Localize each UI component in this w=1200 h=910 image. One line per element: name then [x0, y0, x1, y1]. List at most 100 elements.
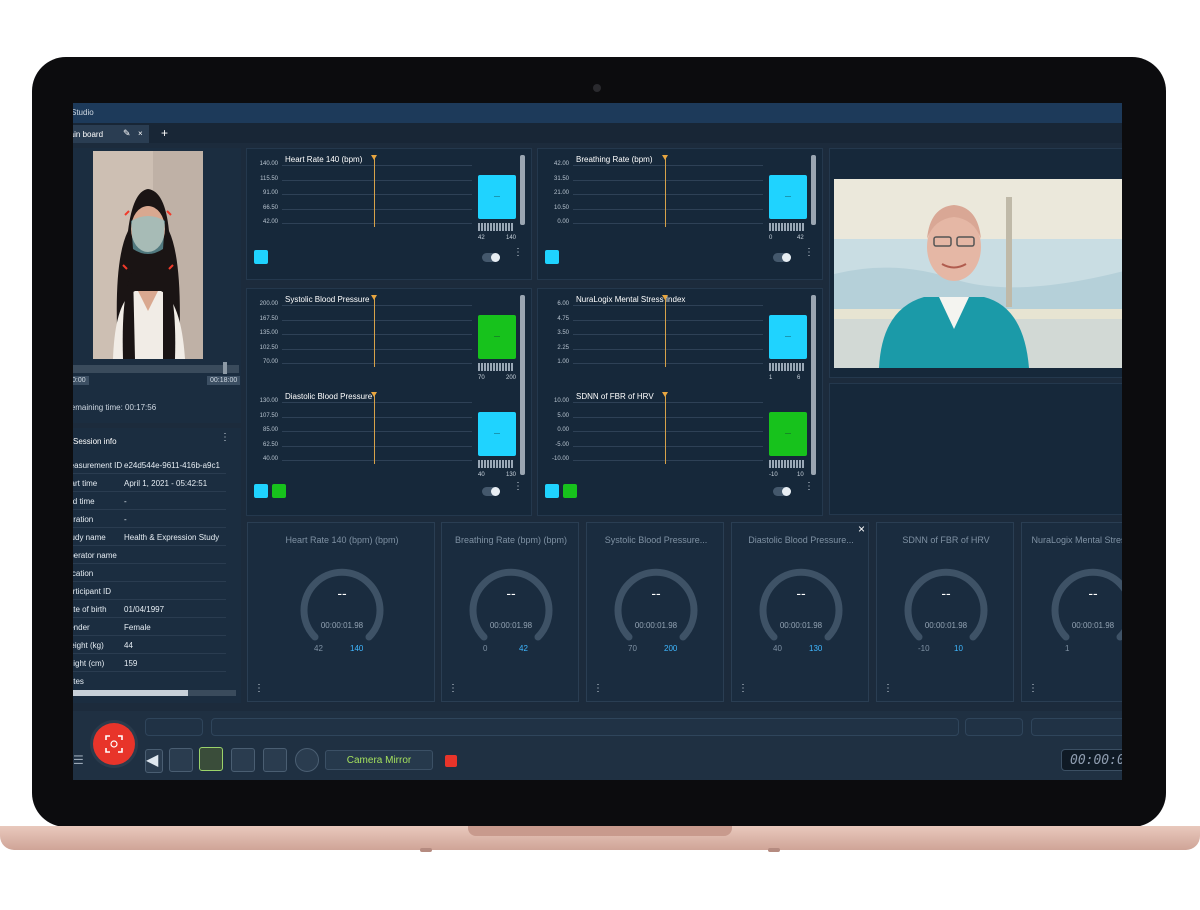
value-tile: --- [478, 412, 516, 456]
chart-scrollbar[interactable] [520, 295, 525, 475]
y-tick-label: 0.00 [557, 219, 569, 225]
close-gauges-icon[interactable]: × [858, 522, 865, 536]
laptop-foot [768, 848, 780, 852]
more-options-icon[interactable]: ⋮ [1028, 684, 1038, 694]
more-options-icon[interactable]: ⋮ [804, 482, 814, 492]
time-marker-head [371, 155, 377, 160]
grid-line [282, 194, 472, 195]
back-icon[interactable]: ◀ [145, 749, 163, 773]
session-info-key: Start time [73, 479, 98, 488]
session-info-key: Height (cm) [73, 659, 105, 668]
session-info-value: - [124, 497, 127, 506]
tab-bar: Main board ✎ × + [73, 123, 1122, 143]
video-scrub-handle[interactable] [223, 362, 227, 374]
more-options-icon[interactable]: ⋮ [254, 684, 264, 694]
more-options-icon[interactable]: ⋮ [738, 684, 748, 694]
gauge-time: 00:00:01.98 [779, 621, 823, 630]
chart-title: Systolic Blood Pressure [285, 295, 370, 304]
session-info-key: Gender [73, 623, 90, 632]
grid-line [573, 194, 763, 195]
close-icon[interactable]: × [138, 129, 143, 138]
series-color-swatch[interactable] [545, 484, 559, 498]
session-info-row: Duration - [73, 510, 226, 528]
series-toggle[interactable] [482, 253, 500, 262]
y-tick-label: 40.00 [262, 456, 278, 462]
range-low: 40 [478, 472, 485, 478]
level-bars [769, 363, 805, 371]
laptop-foot [420, 848, 432, 852]
time-marker-head [371, 295, 377, 300]
y-tick-label: 140.00 [259, 161, 278, 167]
participant-video [93, 151, 203, 359]
series-color-swatch[interactable] [272, 484, 286, 498]
chart-scrollbar[interactable] [811, 155, 816, 225]
y-tick-label: 167.50 [259, 315, 278, 322]
edit-icon[interactable]: ✎ [123, 128, 131, 139]
monitor-icon[interactable] [231, 748, 255, 772]
grid-line [282, 334, 472, 335]
range-low: 1 [769, 375, 773, 381]
gauge-arc [904, 568, 988, 641]
video-panel-left: 0:00 00:18:00 Remaining time: 00:17:56 [73, 148, 241, 423]
series-color-swatch[interactable] [563, 484, 577, 498]
session-info-panel: Session info ⋮ Measurement IDe24d544e-96… [73, 428, 241, 703]
series-color-swatch[interactable] [254, 484, 268, 498]
more-options-icon[interactable]: ⋮ [513, 482, 523, 492]
chart-scrollbar[interactable] [811, 295, 816, 475]
value-tile: --- [478, 315, 516, 359]
grid-line [573, 208, 763, 210]
y-tick-label: -5.00 [555, 441, 569, 448]
y-tick-label: 85.00 [262, 427, 278, 433]
stop-button[interactable] [445, 755, 457, 767]
more-options-icon[interactable]: ⋮ [883, 684, 893, 694]
more-options-icon[interactable]: ⋮ [513, 248, 523, 258]
series-toggle[interactable] [773, 253, 791, 262]
grid-line [573, 348, 763, 350]
gauge-title: Systolic Blood Pressure... [604, 535, 708, 545]
chart-scrollbar[interactable] [520, 155, 525, 225]
session-info-row: Start time April 1, 2021 - 05:42:51 [73, 474, 226, 492]
more-options-icon[interactable]: ⋮ [448, 684, 458, 694]
series-color-swatch[interactable] [254, 250, 268, 264]
session-info-value: 159 [124, 659, 138, 668]
series-toggle[interactable] [773, 487, 791, 496]
tab-label: Main board [73, 130, 104, 139]
waveform-icon[interactable] [263, 748, 287, 772]
grid-line [282, 445, 472, 447]
toolbar-slot [965, 718, 1023, 736]
y-tick-label: 66.50 [262, 204, 278, 211]
more-options-icon[interactable]: ⋮ [220, 433, 230, 443]
session-info-row: Study name Health & Expression Study [73, 528, 226, 546]
grid-line [282, 431, 472, 432]
camera-icon[interactable] [169, 748, 193, 772]
dial-icon[interactable] [295, 748, 319, 772]
y-tick-label: 200.00 [259, 301, 278, 307]
menu-icon[interactable]: ☰ [73, 753, 84, 767]
y-tick-label: 70.00 [262, 359, 278, 365]
camera-mirror-icon[interactable] [199, 747, 223, 771]
range-low: 0 [769, 235, 773, 241]
more-options-icon[interactable]: ⋮ [593, 684, 603, 694]
gauge-value: -- [941, 585, 951, 601]
session-scrollbar-thumb[interactable] [73, 690, 188, 696]
chart-title: Heart Rate 140 (bpm) [285, 155, 363, 164]
gauge-time: 00:00:01.98 [634, 621, 678, 630]
add-tab-icon[interactable]: + [161, 126, 168, 140]
video-progress-track[interactable] [73, 365, 239, 373]
y-tick-label: 0.00 [557, 427, 569, 433]
grid-line [573, 431, 763, 432]
gauge-range-low: 42 [314, 644, 323, 653]
series-toggle[interactable] [482, 487, 500, 496]
y-tick-label: 102.50 [259, 344, 278, 351]
more-options-icon[interactable]: ⋮ [804, 248, 814, 258]
gauge-title: Diastolic Blood Pressure... [748, 535, 854, 545]
range-high: 140 [506, 235, 517, 241]
gauge-arc [1051, 568, 1122, 641]
session-info-key: Measurement ID [73, 461, 123, 470]
series-color-swatch[interactable] [545, 250, 559, 264]
time-marker [665, 297, 666, 367]
tab-main-board[interactable]: Main board ✎ × [73, 125, 149, 143]
gauge-value: -- [1088, 585, 1098, 601]
y-tick-label: 3.50 [557, 330, 569, 336]
y-tick-label: 135.00 [259, 330, 278, 336]
